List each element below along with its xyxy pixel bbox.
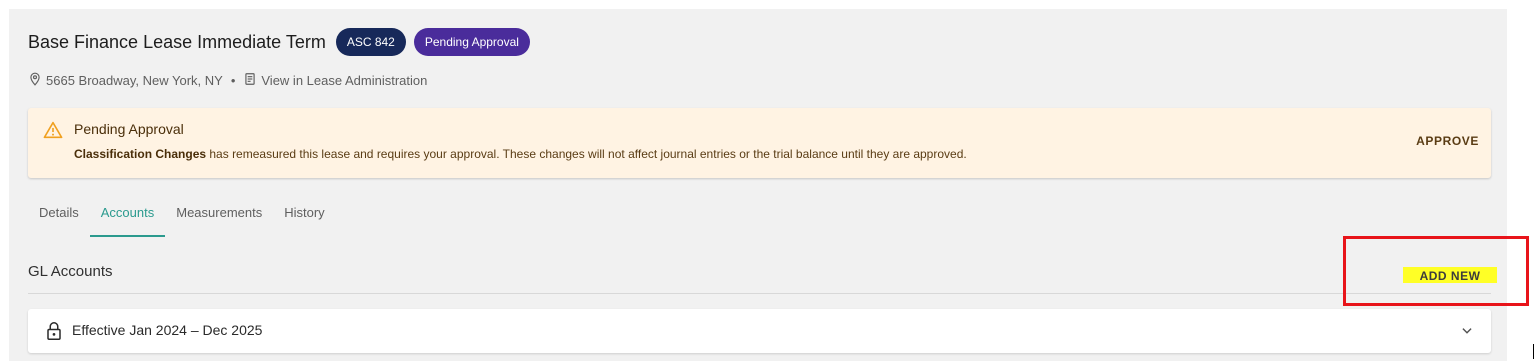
alert-message-text: has remeasured this lease and requires y… (206, 147, 967, 161)
gl-accounts-title: GL Accounts (28, 263, 113, 280)
tab-measurements[interactable]: Measurements (165, 197, 273, 237)
alert-title: Pending Approval (74, 121, 184, 137)
tab-accounts[interactable]: Accounts (89, 197, 166, 237)
meta-separator: • (230, 72, 236, 88)
lease-meta: 5665 Broadway, New York, NY • View in Le… (28, 71, 427, 89)
text-cursor (1533, 344, 1534, 359)
lease-admin-link[interactable]: View in Lease Administration (261, 73, 427, 88)
address-text: 5665 Broadway, New York, NY (46, 72, 223, 88)
effective-period-accordion[interactable]: Effective Jan 2024 – Dec 2025 (28, 309, 1491, 353)
warning-icon (43, 121, 63, 144)
section-divider (28, 293, 1491, 294)
annotation-highlight-box (1343, 236, 1529, 306)
title-row: Base Finance Lease Immediate Term ASC 84… (28, 27, 538, 57)
tab-history[interactable]: History (273, 197, 335, 237)
lock-icon (45, 321, 63, 346)
standard-badge: ASC 842 (335, 28, 406, 56)
approve-button[interactable]: APPROVE (1416, 134, 1479, 148)
location-pin-icon (28, 72, 46, 89)
page-title: Base Finance Lease Immediate Term (28, 31, 326, 52)
status-badge: Pending Approval (413, 28, 530, 56)
tab-bar: Details Accounts Measurements History (28, 197, 336, 237)
effective-period-label: Effective Jan 2024 – Dec 2025 (72, 322, 263, 338)
alert-message: Classification Changes has remeasured th… (74, 147, 967, 161)
alert-bold-text: Classification Changes (74, 147, 207, 161)
chevron-down-icon[interactable] (1460, 324, 1474, 343)
tab-details[interactable]: Details (28, 197, 90, 237)
document-icon (243, 72, 261, 89)
lease-panel: Base Finance Lease Immediate Term ASC 84… (9, 9, 1507, 361)
pending-approval-alert: Pending Approval Classification Changes … (28, 108, 1491, 178)
